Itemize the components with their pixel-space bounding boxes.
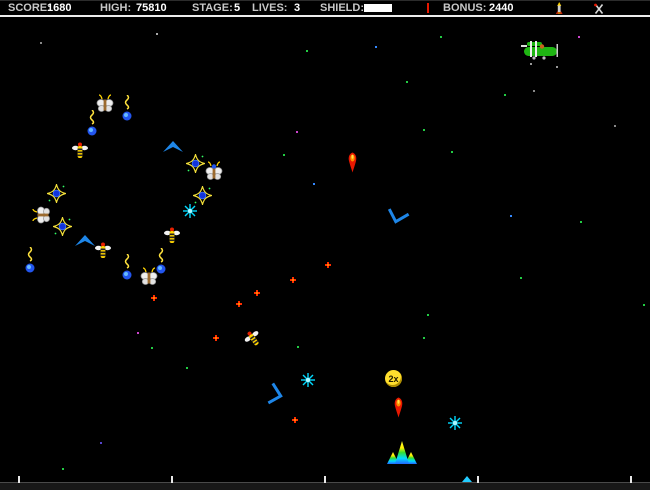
star <box>578 36 580 38</box>
star <box>533 90 535 92</box>
star <box>520 277 522 279</box>
shot-squiggle-ball <box>25 247 35 274</box>
missile-stock-icon <box>427 3 429 13</box>
enemy-snowflake <box>448 416 462 430</box>
enemy-bee <box>164 227 180 244</box>
shot-squiggle-ball <box>122 254 132 281</box>
star <box>440 36 442 38</box>
enemy-snowflake <box>301 373 315 387</box>
bottom-window-edge <box>0 482 650 490</box>
ruler-tick <box>324 476 326 483</box>
x-ship-icon <box>593 2 605 20</box>
enemy-bullet <box>290 277 296 283</box>
enemy-chevron <box>162 140 184 153</box>
enemy-bullet <box>254 290 260 296</box>
star <box>614 125 616 127</box>
enemy-moth-bluehead <box>205 161 223 181</box>
star <box>556 66 558 68</box>
enemy-snowflake <box>183 204 197 218</box>
star <box>156 33 158 35</box>
shield-gauge <box>364 4 410 12</box>
star <box>40 42 42 44</box>
enemy-bullet <box>236 301 242 307</box>
player-position-blip <box>462 476 472 482</box>
star <box>186 367 188 369</box>
enemy-star-spinner <box>53 217 72 236</box>
star <box>423 337 425 339</box>
star <box>62 468 64 470</box>
enemy-bee <box>242 327 265 350</box>
missile-flame <box>347 152 358 173</box>
ruler-tick <box>18 476 20 483</box>
star <box>451 151 453 153</box>
star <box>137 332 139 334</box>
star <box>296 131 298 133</box>
ruler-tick <box>477 476 479 483</box>
star <box>580 221 582 223</box>
star <box>406 81 408 83</box>
enemy-moth <box>96 94 114 114</box>
star <box>423 129 425 131</box>
shot-squiggle-ball <box>156 248 166 275</box>
star <box>530 63 532 65</box>
lives-label: LIVES: <box>252 2 287 14</box>
shot-squiggle-ball <box>87 110 97 137</box>
enemy-bee <box>95 242 111 259</box>
ruler-tick <box>630 476 632 483</box>
ruler-tick <box>171 476 173 483</box>
enemy-star-spinner <box>186 154 205 173</box>
lives-value: 3 <box>294 2 300 14</box>
enemy-chevron <box>264 380 286 409</box>
star <box>427 314 429 316</box>
enemy-bullet <box>213 335 219 341</box>
star <box>643 304 645 306</box>
star <box>100 442 102 444</box>
score-label: SCORE: <box>8 2 51 14</box>
enemy-chevron <box>74 234 96 247</box>
enemy-chevron <box>383 204 412 227</box>
score-value: 1680 <box>47 2 71 14</box>
shot-squiggle-ball <box>122 95 132 122</box>
star <box>306 50 308 52</box>
star <box>313 183 315 185</box>
star <box>504 94 506 96</box>
star <box>283 154 285 156</box>
enemy-moth <box>32 206 52 224</box>
missile-flame <box>393 397 404 418</box>
shield-label: SHIELD: <box>320 2 364 14</box>
star <box>297 346 299 348</box>
bonus-value: 2440 <box>489 2 513 14</box>
shield-bar-fill <box>364 4 392 12</box>
star <box>151 347 153 349</box>
stage-value: 5 <box>234 2 240 14</box>
enemy-bullet <box>292 417 298 423</box>
bonus-2x-pickup: 2x <box>385 370 402 387</box>
star <box>510 215 512 217</box>
high-score-value: 75810 <box>136 2 167 14</box>
enemy-star-spinner <box>47 184 66 203</box>
enemy-bullet <box>325 262 331 268</box>
rocket-icon <box>553 2 565 20</box>
stage-label: STAGE: <box>192 2 233 14</box>
high-score-label: HIGH: <box>100 2 131 14</box>
enemy-biplane <box>521 38 559 62</box>
star <box>375 46 377 48</box>
bonus-label: BONUS: <box>443 2 486 14</box>
player-ship <box>385 440 419 465</box>
enemy-bullet <box>151 295 157 301</box>
hud-bar: SCORE: 1680 HIGH: 75810 STAGE: 5 LIVES: … <box>0 0 650 17</box>
enemy-bee <box>72 142 88 159</box>
playfield[interactable]: SCORE: 1680 HIGH: 75810 STAGE: 5 LIVES: … <box>0 0 650 490</box>
enemy-star-spinner <box>193 186 212 205</box>
